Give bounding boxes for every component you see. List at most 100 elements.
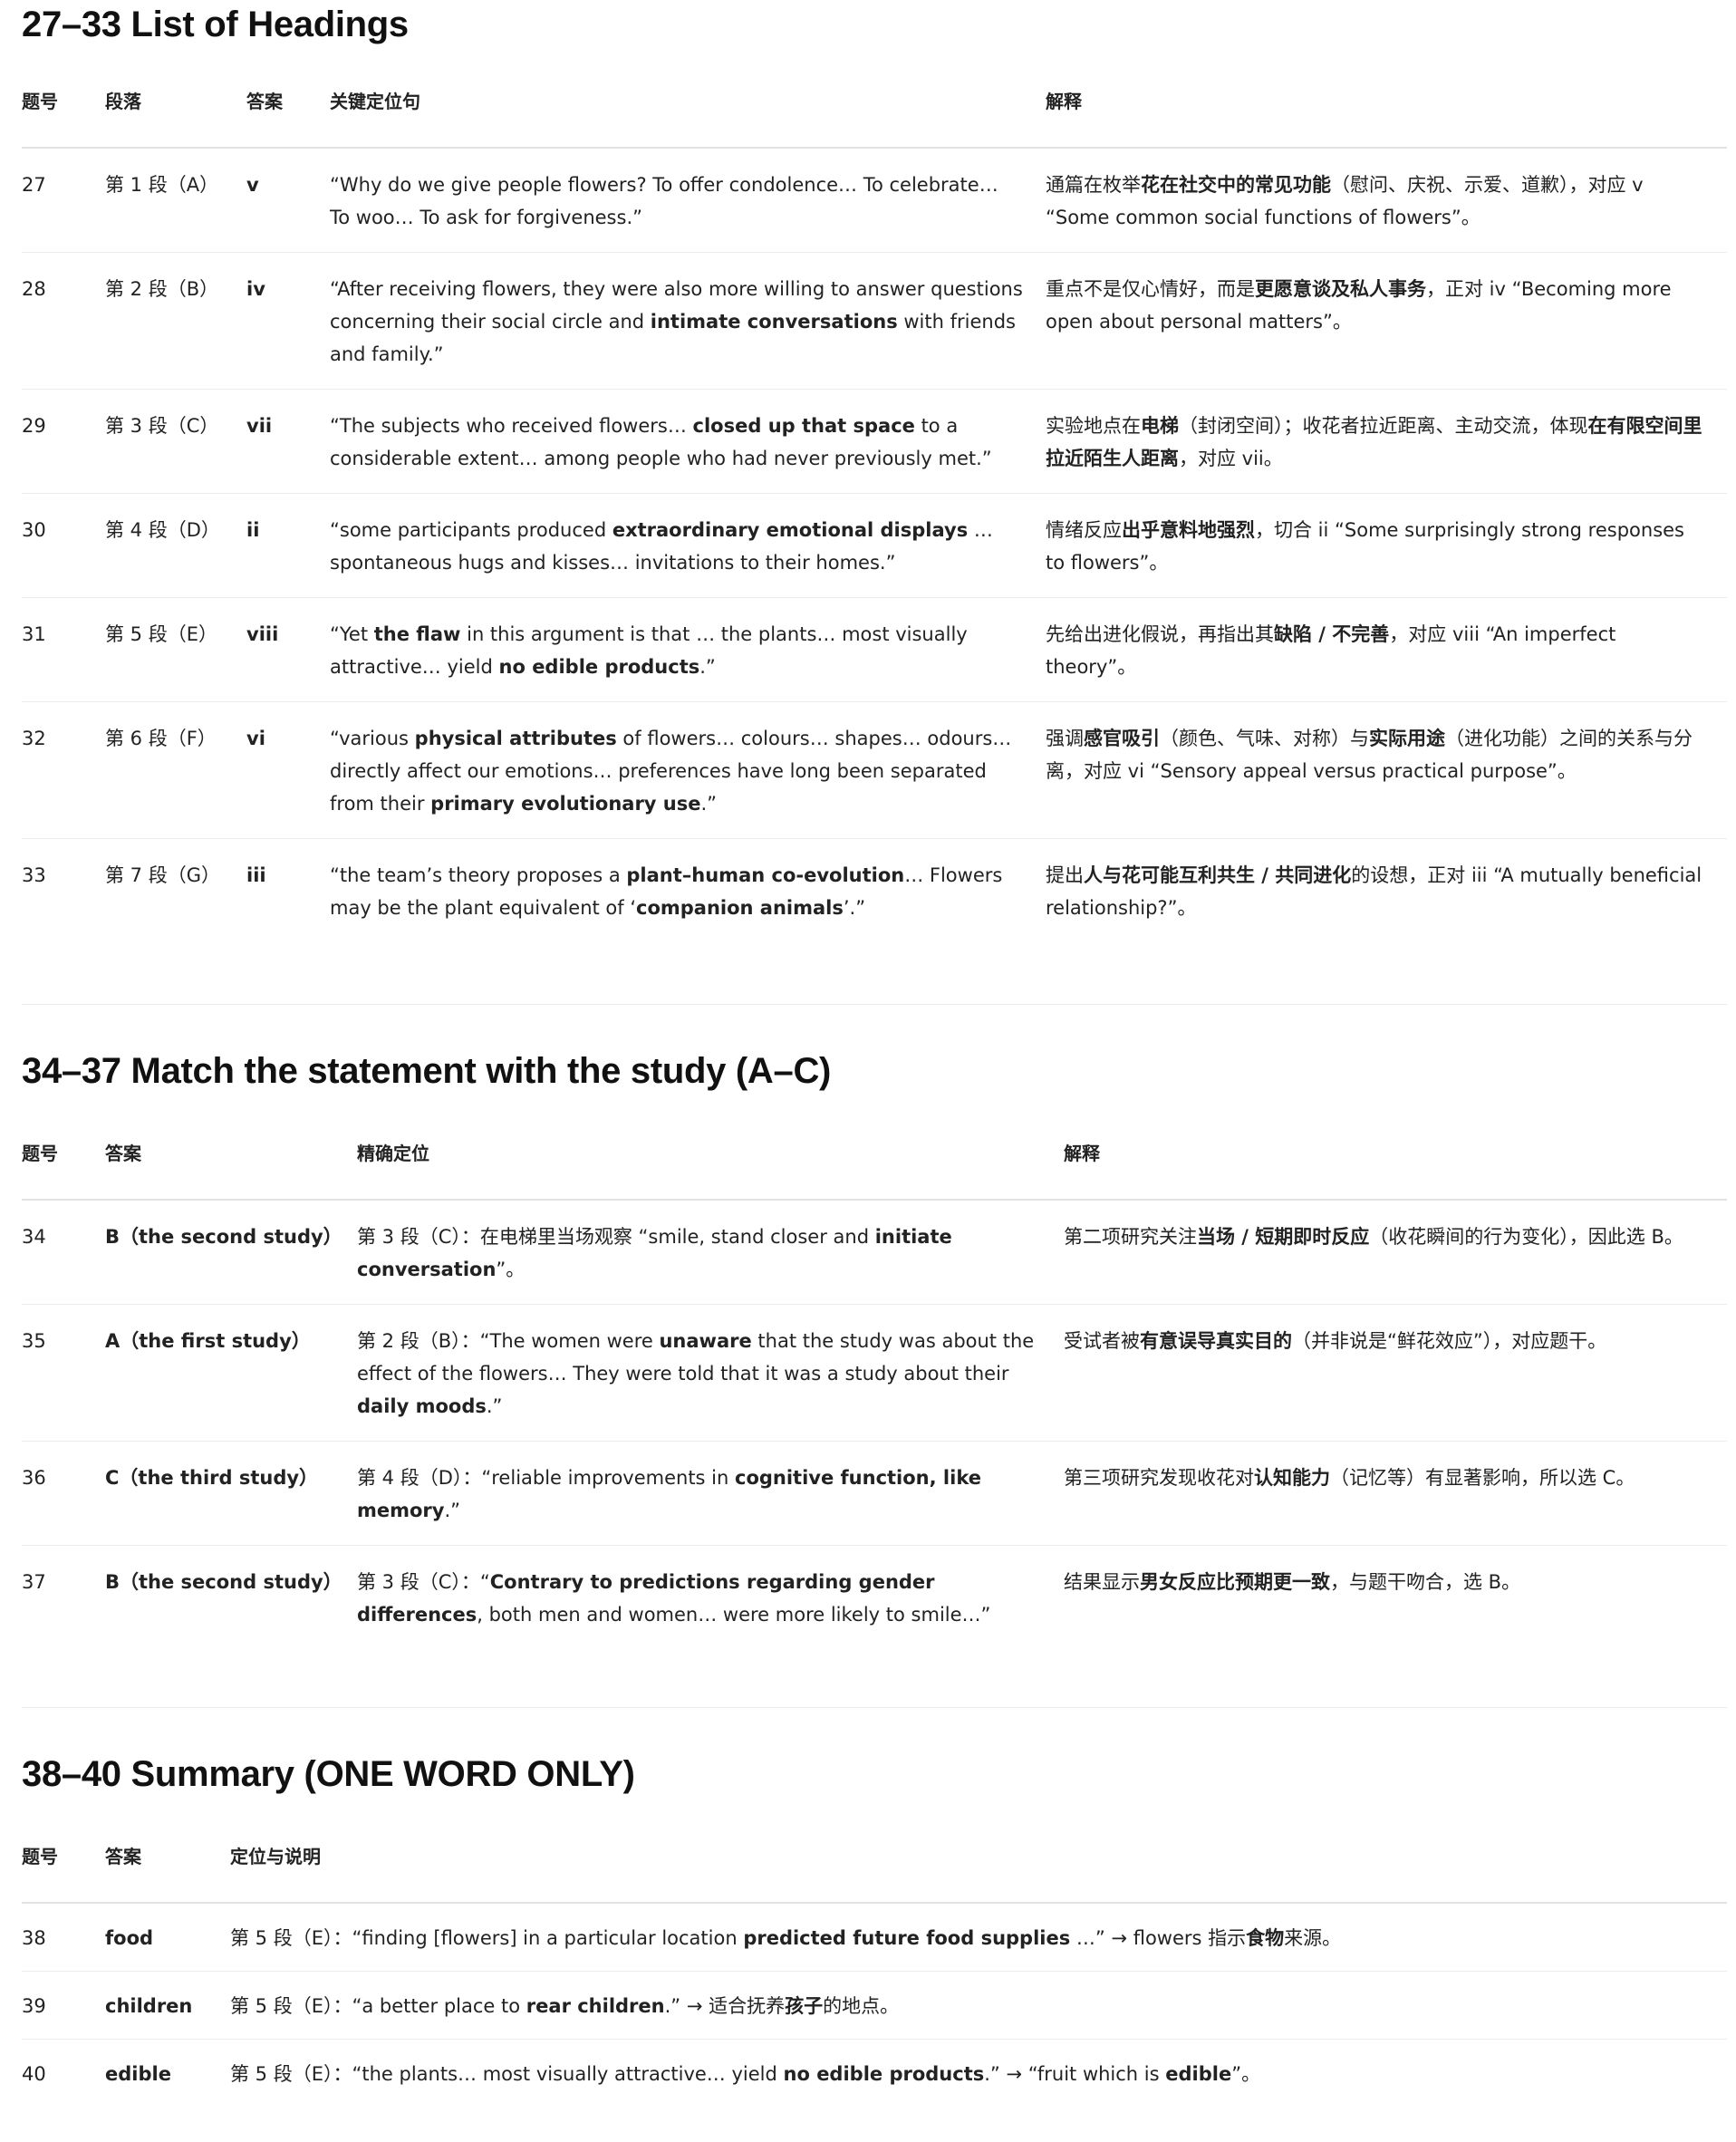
explanation: 情绪反应出乎意料地强烈，切合 ii “Some surprisingly str…	[1046, 493, 1727, 598]
table-row: 34 B（the second study）第 3 段（C）：在电梯里当场观察 “…	[22, 1200, 1727, 1305]
table-row: 31 第 5 段（E） viii “Yet the flaw in this argu…	[22, 597, 1727, 702]
answer-value: iii	[246, 864, 266, 886]
section-list-of-headings: 27–33 List of Headings 题号 段落 答案 关键定位句 解释…	[22, 0, 1736, 1005]
explanation: 重点不是仅心情好，而是更愿意谈及私人事务，正对 iv “Becoming mor…	[1046, 252, 1727, 390]
paragraph-label: 第 4 段（D）	[105, 493, 246, 598]
table-row: 30 第 4 段（D） ii “some participants produced …	[22, 493, 1727, 598]
question-number: 27	[22, 148, 105, 253]
header-question-number: 题号	[22, 1105, 105, 1201]
question-number: 38	[22, 1903, 105, 1972]
table-row: 29 第 3 段（C） vii “The subjects who received …	[22, 389, 1727, 494]
explanation: 第二项研究关注当场 / 短期即时反应（收花瞬间的行为变化），因此选 B。	[1064, 1200, 1727, 1305]
header-answer: 答案	[105, 1808, 230, 1904]
table-row: 40 edible 第 5 段（E）：“the plants… most visua…	[22, 2040, 1727, 2108]
paragraph-label: 第 2 段（B）	[105, 252, 246, 390]
question-number: 31	[22, 597, 105, 702]
precise-location: 第 4 段（D）：“reliable improvements in cogni…	[357, 1441, 1064, 1546]
table-row: 28 第 2 段（B） iv “After receiving flowers, th…	[22, 252, 1727, 390]
summary-answer-table: 题号 答案 定位与说明 38 food 第 5 段（E）：“finding [flo…	[22, 1808, 1727, 2107]
table-row: 35 A（the first study）第 2 段（B）：“The women …	[22, 1304, 1727, 1442]
explanation: 通篇在枚举花在社交中的常见功能（慰问、庆祝、示爱、道歉），对应 v “Some …	[1046, 148, 1727, 253]
key-sentence: “various physical attributes of flowers……	[330, 701, 1046, 839]
question-number: 35	[22, 1304, 105, 1442]
table-header-row: 题号 答案 精确定位 解释	[22, 1105, 1727, 1201]
explanation: 结果显示男女反应比预期更一致，与题干吻合，选 B。	[1064, 1571, 1521, 1593]
question-number: 36	[22, 1441, 105, 1546]
header-explanation: 解释	[1064, 1105, 1727, 1201]
key-sentence: “some participants produced extraordinar…	[330, 493, 1046, 598]
answer-value: vi	[246, 701, 330, 839]
key-sentence: “the team’s theory proposes a plant–huma…	[330, 864, 1003, 919]
location-notes: 第 5 段（E）：“the plants… most visually attr…	[230, 2063, 1261, 2085]
section-title: 38–40 Summary (ONE WORD ONLY)	[22, 1754, 635, 1794]
study-answer-table: 题号 答案 精确定位 解释 34 B（the second study）第 3 段…	[22, 1105, 1727, 1649]
location-notes: 第 5 段（E）：“finding [flowers] in a particu…	[230, 1903, 1727, 1972]
explanation: 第三项研究发现收花对认知能力（记忆等）有显著影响，所以选 C。	[1064, 1441, 1727, 1546]
location-notes: 第 5 段（E）：“a better place to rear childre…	[230, 1971, 1727, 2040]
header-answer: 答案	[246, 53, 330, 149]
question-number: 32	[22, 701, 105, 839]
table-header-row: 题号 答案 定位与说明	[22, 1808, 1727, 1904]
table-body: 38 food 第 5 段（E）：“finding [flowers] in a p…	[22, 1903, 1727, 2107]
question-number: 30	[22, 493, 105, 598]
header-question-number: 题号	[22, 53, 105, 149]
explanation: 强调感官吸引（颜色、气味、对称）与实际用途（进化功能）之间的关系与分离，对应 v…	[1046, 701, 1727, 839]
header-location-notes: 定位与说明	[230, 1808, 1727, 1904]
key-sentence: “After receiving flowers, they were also…	[330, 252, 1046, 390]
section-match-study: 34–37 Match the statement with the study…	[22, 1005, 1736, 1708]
table-row: 27 第 1 段（A） v “Why do we give people flower…	[22, 148, 1727, 253]
answer-value: ii	[246, 493, 330, 598]
table-row: 36 C（the third study）第 4 段（D）：“reliable i…	[22, 1441, 1727, 1546]
question-number: 28	[22, 252, 105, 390]
question-number: 39	[22, 1971, 105, 2040]
answer-value: vii	[246, 389, 330, 494]
answer-value: iv	[246, 252, 330, 390]
header-question-number: 题号	[22, 1808, 105, 1904]
key-sentence: “The subjects who received flowers… clos…	[330, 389, 1046, 494]
explanation: 先给出进化假说，再指出其缺陷 / 不完善，对应 viii “An imperfe…	[1046, 597, 1727, 702]
section-title: 34–37 Match the statement with the study…	[22, 1051, 832, 1091]
question-number: 37	[22, 1571, 46, 1593]
explanation: 提出人与花可能互利共生 / 共同进化的设想，正对 iii “A mutually…	[1046, 864, 1702, 919]
precise-location: 第 3 段（C）：“Contrary to predictions regard…	[357, 1571, 991, 1626]
table-body: 34 B（the second study）第 3 段（C）：在电梯里当场观察 “…	[22, 1200, 1727, 1649]
answer-value: viii	[246, 597, 330, 702]
header-paragraph: 段落	[105, 53, 246, 149]
answer-value: v	[246, 148, 330, 253]
key-sentence: “Why do we give people flowers? To offer…	[330, 148, 1046, 253]
question-number: 33	[22, 864, 46, 886]
header-answer: 答案	[105, 1105, 357, 1201]
table-row: 37 B（the second study） 第 3 段（C）：“Contrary …	[22, 1546, 1727, 1650]
paragraph-label: 第 3 段（C）	[105, 389, 246, 494]
answer-explanations-page: 27–33 List of Headings 题号 段落 答案 关键定位句 解释…	[0, 0, 1736, 2107]
section-summary: 38–40 Summary (ONE WORD ONLY) 题号 答案 定位与说…	[22, 1708, 1736, 2107]
explanation: 受试者被有意误导真实目的（并非说是“鲜花效应”），对应题干。	[1064, 1304, 1727, 1442]
explanation: 实验地点在电梯（封闭空间）；收花者拉近距离、主动交流，体现在有限空间里拉近陌生人…	[1046, 389, 1727, 494]
header-precise-location: 精确定位	[357, 1105, 1064, 1201]
answer-value: A（the first study）	[105, 1304, 357, 1442]
answer-value: B（the second study）	[105, 1571, 342, 1593]
header-explanation: 解释	[1046, 53, 1727, 149]
headings-answer-table: 题号 段落 答案 关键定位句 解释 27 第 1 段（A） v “Why do we …	[22, 53, 1727, 942]
precise-location: 第 2 段（B）：“The women were unaware that th…	[357, 1304, 1064, 1442]
table-row: 38 food 第 5 段（E）：“finding [flowers] in a p…	[22, 1903, 1727, 1972]
answer-value: B（the second study）	[105, 1200, 357, 1305]
question-number: 34	[22, 1200, 105, 1305]
table-header-row: 题号 段落 答案 关键定位句 解释	[22, 53, 1727, 149]
precise-location: 第 3 段（C）：在电梯里当场观察 “smile, stand closer a…	[357, 1200, 1064, 1305]
key-sentence: “Yet the flaw in this argument is that ……	[330, 597, 1046, 702]
table-row: 39 children 第 5 段（E）：“a better place to re…	[22, 1971, 1727, 2040]
question-number: 40	[22, 2063, 46, 2085]
answer-value: children	[105, 1971, 230, 2040]
question-number: 29	[22, 389, 105, 494]
table-body: 27 第 1 段（A） v “Why do we give people flower…	[22, 148, 1727, 942]
paragraph-label: 第 7 段（G）	[105, 864, 220, 886]
table-row: 33 第 7 段（G） iii “the team’s theory proposes…	[22, 839, 1727, 943]
answer-value: C（the third study）	[105, 1441, 357, 1546]
answer-value: food	[105, 1903, 230, 1972]
table-row: 32 第 6 段（F） vi “various physical attributes…	[22, 701, 1727, 839]
section-title: 27–33 List of Headings	[22, 5, 409, 44]
paragraph-label: 第 6 段（F）	[105, 701, 246, 839]
header-key-sentence: 关键定位句	[330, 53, 1046, 149]
paragraph-label: 第 5 段（E）	[105, 597, 246, 702]
